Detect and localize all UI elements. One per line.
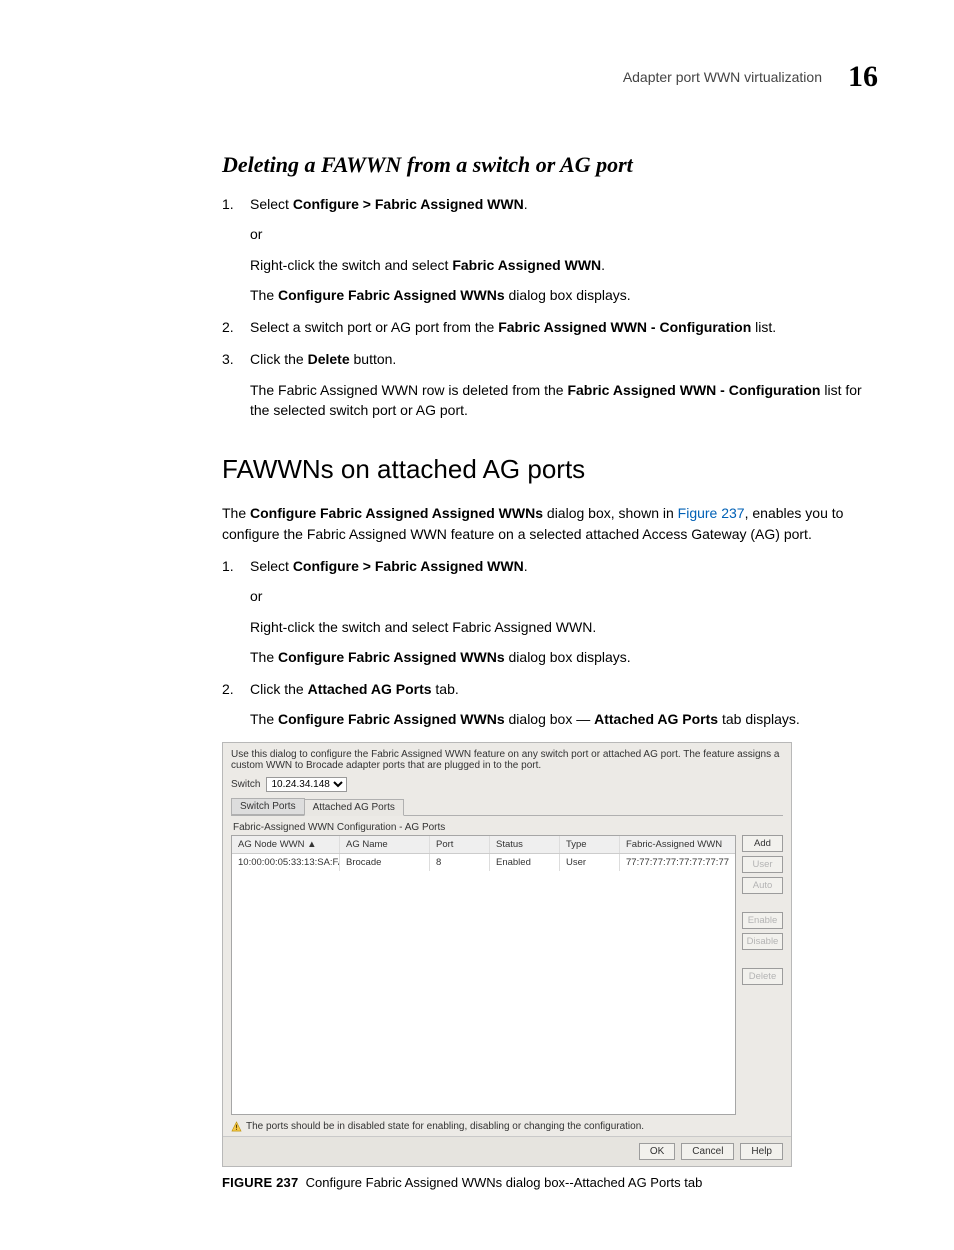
- chapter-number: 16: [848, 60, 878, 94]
- dialog-footer: OK Cancel Help: [223, 1136, 791, 1166]
- text: Select: [250, 558, 293, 574]
- tab-bar: Switch Ports Attached AG Ports: [231, 798, 783, 816]
- intro-paragraph: The Configure Fabric Assigned Assigned W…: [222, 503, 878, 544]
- text: Click the: [250, 681, 308, 697]
- text: The: [250, 649, 278, 665]
- switch-label: Switch: [231, 779, 260, 790]
- text: button.: [350, 351, 397, 367]
- cell-ag-name: Brocade: [340, 854, 430, 871]
- warning-row: The ports should be in disabled state fo…: [231, 1121, 783, 1132]
- dialog-name: Configure Fabric Assigned WWNs: [278, 287, 505, 303]
- text: The Fabric Assigned WWN row is deleted f…: [250, 382, 567, 398]
- side-button-group: Add User Auto Enable Disable Delete: [742, 835, 783, 1115]
- cell-type: User: [560, 854, 620, 871]
- list-name: Fabric Assigned WWN - Configuration: [567, 382, 820, 398]
- deleting-steps: 1. Select Configure > Fabric Assigned WW…: [222, 194, 878, 420]
- menu-item: Fabric Assigned WWN: [452, 257, 601, 273]
- text: list.: [751, 319, 776, 335]
- cell-status: Enabled: [490, 854, 560, 871]
- auto-button[interactable]: Auto: [742, 877, 783, 894]
- heading-fawwns-attached-ag: FAWWNs on attached AG ports: [222, 454, 878, 485]
- user-button[interactable]: User: [742, 856, 783, 873]
- cancel-button[interactable]: Cancel: [681, 1143, 734, 1160]
- text: .: [524, 558, 528, 574]
- figure-number: FIGURE 237: [222, 1175, 298, 1190]
- running-header: Adapter port WWN virtualization 16: [76, 60, 878, 94]
- col-fabric-assigned-wwn[interactable]: Fabric-Assigned WWN: [620, 836, 735, 853]
- text: .: [601, 257, 605, 273]
- text: tab displays.: [718, 711, 800, 727]
- heading-deleting-fawwn: Deleting a FAWWN from a switch or AG por…: [222, 152, 878, 178]
- text: Right-click the switch and select: [250, 257, 452, 273]
- dialog-configure-fawwn: Use this dialog to configure the Fabric …: [222, 742, 792, 1167]
- text: Select a switch port or AG port from the: [250, 319, 498, 335]
- tab-name: Attached AG Ports: [594, 711, 718, 727]
- text: dialog box —: [505, 711, 595, 727]
- running-title: Adapter port WWN virtualization: [623, 69, 822, 85]
- list-name: Fabric Assigned WWN - Configuration: [498, 319, 751, 335]
- text: The: [250, 711, 278, 727]
- ag-ports-table: AG Node WWN ▲ AG Name Port Status Type F…: [231, 835, 736, 1115]
- text: Right-click the switch and select Fabric…: [250, 617, 878, 637]
- table-row[interactable]: 10:00:00:05:33:13:SA:FA Brocade 8 Enable…: [232, 854, 735, 871]
- or-text: or: [250, 586, 878, 606]
- step-2: 2. Select a switch port or AG port from …: [222, 317, 878, 337]
- warning-icon: [231, 1121, 242, 1132]
- figure-link[interactable]: Figure 237: [678, 505, 745, 521]
- dialog-name: Configure Fabric Assigned Assigned WWNs: [250, 505, 543, 521]
- cell-fabric-assigned-wwn: 77:77:77:77:77:77:77:77: [620, 854, 735, 871]
- delete-button[interactable]: Delete: [742, 968, 783, 985]
- col-status[interactable]: Status: [490, 836, 560, 853]
- table-group-label: Fabric-Assigned WWN Configuration - AG P…: [233, 822, 783, 833]
- step-number: 3.: [222, 349, 240, 420]
- tab-switch-ports[interactable]: Switch Ports: [231, 798, 305, 815]
- tab-attached-ag-ports[interactable]: Attached AG Ports: [304, 799, 404, 816]
- text: dialog box displays.: [505, 287, 631, 303]
- tab-name: Attached AG Ports: [308, 681, 432, 697]
- dialog-name: Configure Fabric Assigned WWNs: [278, 711, 505, 727]
- dialog-instruction: Use this dialog to configure the Fabric …: [231, 749, 783, 771]
- step-number: 2.: [222, 679, 240, 730]
- disable-button[interactable]: Disable: [742, 933, 783, 950]
- figure-237: Use this dialog to configure the Fabric …: [222, 742, 878, 1190]
- text: The: [250, 287, 278, 303]
- enable-button[interactable]: Enable: [742, 912, 783, 929]
- menu-path: Configure > Fabric Assigned WWN: [293, 196, 524, 212]
- switch-select[interactable]: 10.24.34.148: [266, 777, 347, 792]
- col-ag-node-wwn[interactable]: AG Node WWN ▲: [232, 836, 340, 853]
- col-type[interactable]: Type: [560, 836, 620, 853]
- text: Click the: [250, 351, 308, 367]
- text: .: [524, 196, 528, 212]
- menu-path: Configure > Fabric Assigned WWN: [293, 558, 524, 574]
- dialog-name: Configure Fabric Assigned WWNs: [278, 649, 505, 665]
- table-header: AG Node WWN ▲ AG Name Port Status Type F…: [232, 836, 735, 854]
- step-2: 2. Click the Attached AG Ports tab. The …: [222, 679, 878, 730]
- text: dialog box displays.: [505, 649, 631, 665]
- help-button[interactable]: Help: [740, 1143, 783, 1160]
- text: The: [222, 505, 250, 521]
- text: tab.: [432, 681, 459, 697]
- figure-caption: FIGURE 237 Configure Fabric Assigned WWN…: [222, 1175, 878, 1190]
- col-port[interactable]: Port: [430, 836, 490, 853]
- step-1: 1. Select Configure > Fabric Assigned WW…: [222, 556, 878, 667]
- step-3: 3. Click the Delete button. The Fabric A…: [222, 349, 878, 420]
- fawwn-steps: 1. Select Configure > Fabric Assigned WW…: [222, 556, 878, 730]
- ok-button[interactable]: OK: [639, 1143, 675, 1160]
- col-ag-name[interactable]: AG Name: [340, 836, 430, 853]
- warning-text: The ports should be in disabled state fo…: [246, 1121, 644, 1132]
- text: dialog box, shown in: [543, 505, 678, 521]
- cell-port: 8: [430, 854, 490, 871]
- step-number: 2.: [222, 317, 240, 337]
- or-text: or: [250, 224, 878, 244]
- text: Select: [250, 196, 293, 212]
- add-button[interactable]: Add: [742, 835, 783, 852]
- figure-caption-text: Configure Fabric Assigned WWNs dialog bo…: [306, 1175, 703, 1190]
- step-number: 1.: [222, 194, 240, 305]
- cell-ag-node-wwn: 10:00:00:05:33:13:SA:FA: [232, 854, 340, 871]
- step-1: 1. Select Configure > Fabric Assigned WW…: [222, 194, 878, 305]
- step-number: 1.: [222, 556, 240, 667]
- button-name: Delete: [308, 351, 350, 367]
